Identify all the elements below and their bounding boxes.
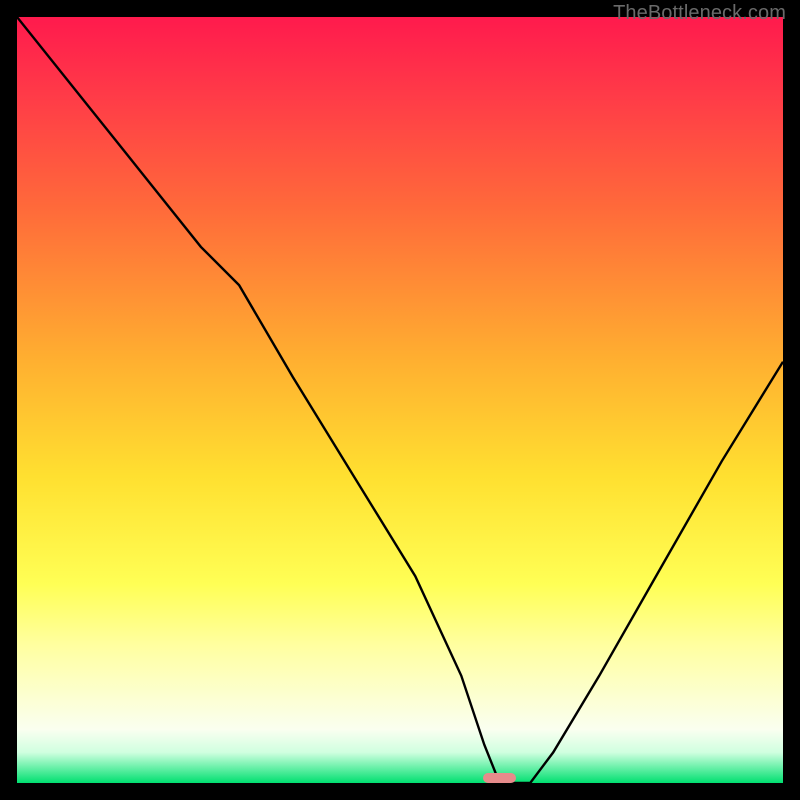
plot-area: [17, 17, 783, 783]
chart-frame: TheBottleneck.com: [0, 0, 800, 800]
optimal-marker: [483, 773, 516, 783]
watermark-text: TheBottleneck.com: [613, 2, 786, 25]
bottleneck-curve: [17, 17, 783, 783]
